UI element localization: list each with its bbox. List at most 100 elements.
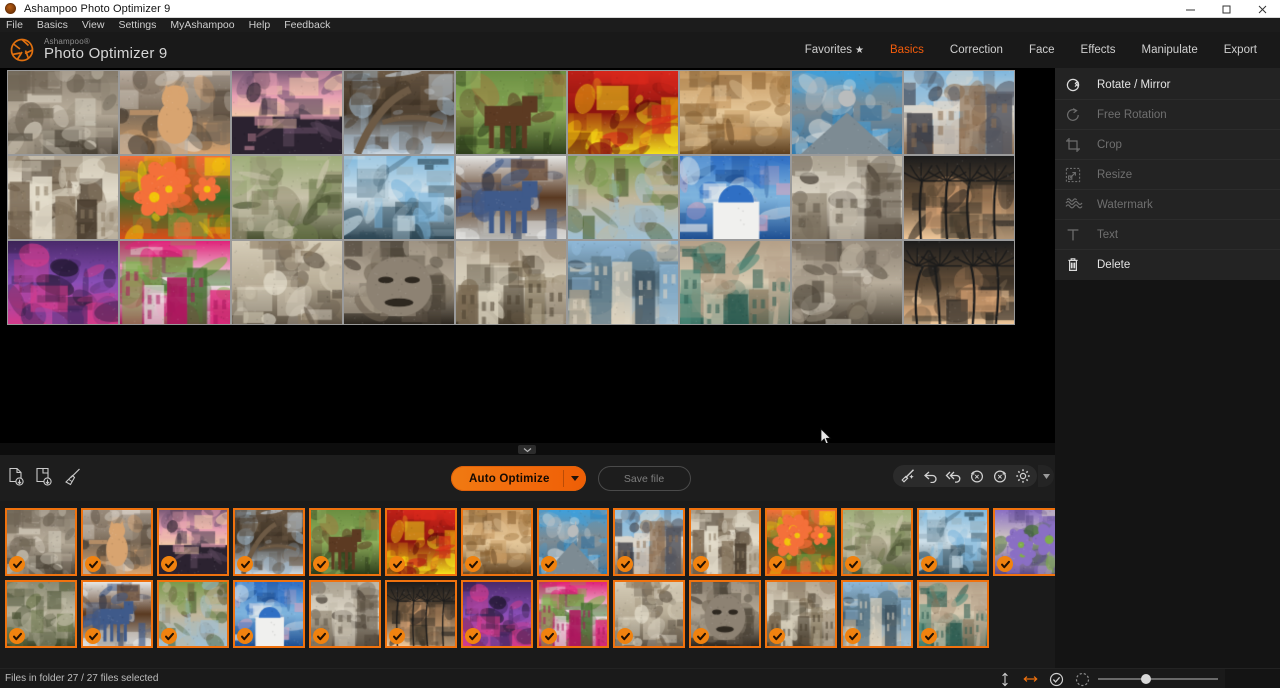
grid-photo-mediterranean-town-view[interactable] bbox=[568, 241, 678, 324]
check-badge-icon[interactable] bbox=[85, 556, 101, 572]
grid-photo-pink-wall-window-balcony[interactable] bbox=[120, 241, 230, 324]
check-badge-icon[interactable] bbox=[237, 556, 253, 572]
check-badge-icon[interactable] bbox=[85, 628, 101, 644]
grid-photo-dried-goods-market-stall[interactable] bbox=[680, 71, 790, 154]
tool-item-watermark[interactable]: Watermark bbox=[1055, 190, 1280, 220]
tool-item-crop[interactable]: Crop bbox=[1055, 130, 1280, 160]
thumbnail-historic-timber-houses[interactable] bbox=[689, 508, 761, 576]
check-badge-icon[interactable] bbox=[541, 628, 557, 644]
grid-photo-sea-lions-on-beach[interactable] bbox=[232, 241, 342, 324]
thumbnail-mediterranean-town-view[interactable] bbox=[841, 580, 913, 648]
grid-photo-purple-church-interior[interactable] bbox=[8, 241, 118, 324]
nav-effects[interactable]: Effects bbox=[1068, 32, 1129, 68]
thumbnail-marmot-on-rock[interactable] bbox=[841, 508, 913, 576]
check-badge-icon[interactable] bbox=[465, 628, 481, 644]
thumbnail-strip[interactable] bbox=[0, 501, 1065, 688]
check-badge-icon[interactable] bbox=[389, 556, 405, 572]
edit-tools-dropdown[interactable] bbox=[1038, 465, 1054, 487]
thumbnail-colonial-building-havana[interactable] bbox=[309, 580, 381, 648]
thumbnail-dried-goods-market-stall[interactable] bbox=[461, 508, 533, 576]
thumbnail-blue-dome-church-santorini[interactable] bbox=[233, 580, 305, 648]
gear-icon[interactable] bbox=[1014, 468, 1031, 485]
check-badge-icon[interactable] bbox=[313, 556, 329, 572]
thumbnail-heron-on-roof-peak[interactable] bbox=[537, 508, 609, 576]
add-file-icon[interactable] bbox=[6, 466, 26, 488]
zoom-slider[interactable] bbox=[1098, 674, 1218, 684]
check-badge-icon[interactable] bbox=[997, 556, 1013, 572]
grid-photo-orange-flowers-bloom[interactable] bbox=[120, 156, 230, 239]
thumbnail-pink-sunset-beach-boat[interactable] bbox=[157, 508, 229, 576]
check-badge-icon[interactable] bbox=[693, 628, 709, 644]
photo-grid[interactable] bbox=[7, 70, 1015, 325]
auto-optimize-dropdown[interactable] bbox=[564, 476, 586, 481]
check-badge-icon[interactable] bbox=[845, 628, 861, 644]
refresh-icon[interactable] bbox=[1075, 672, 1090, 687]
thumbnail-gnarled-tree-over-water[interactable] bbox=[233, 508, 305, 576]
check-badge-icon[interactable] bbox=[769, 628, 785, 644]
check-badge-icon[interactable] bbox=[617, 556, 633, 572]
thumbnail-sea-lions-on-beach[interactable] bbox=[613, 580, 685, 648]
rotate-right-icon[interactable] bbox=[991, 468, 1008, 485]
check-badge-icon[interactable] bbox=[161, 556, 177, 572]
check-badge-icon[interactable] bbox=[465, 556, 481, 572]
nav-face[interactable]: Face bbox=[1016, 32, 1068, 68]
add-folder-icon[interactable] bbox=[34, 466, 54, 488]
grid-photo-abandoned-village-house[interactable] bbox=[456, 241, 566, 324]
grid-photo-alpine-lake-village[interactable] bbox=[344, 156, 454, 239]
check-badge-icon[interactable] bbox=[313, 628, 329, 644]
thumbnail-orange-flowers-bloom[interactable] bbox=[765, 508, 837, 576]
menu-item-basics[interactable]: Basics bbox=[37, 18, 76, 32]
grid-photo-heron-on-roof-peak[interactable] bbox=[792, 71, 902, 154]
thumbnail-abandoned-village-house[interactable] bbox=[765, 580, 837, 648]
check-badge-icon[interactable] bbox=[921, 628, 937, 644]
minimize-button[interactable] bbox=[1172, 0, 1208, 18]
grid-photo-red-yellow-fabric-closeup[interactable] bbox=[568, 71, 678, 154]
grid-photo-park-bench-by-lake[interactable] bbox=[568, 156, 678, 239]
check-badge-icon[interactable] bbox=[161, 628, 177, 644]
grid-photo-blue-dome-church-santorini[interactable] bbox=[680, 156, 790, 239]
menu-item-view[interactable]: View bbox=[82, 18, 113, 32]
grid-photo-stone-temple-ruins-2[interactable] bbox=[792, 241, 902, 324]
thumbnail-venice-canal[interactable] bbox=[917, 580, 989, 648]
clear-broom-icon[interactable] bbox=[62, 466, 82, 488]
fit-width-icon[interactable] bbox=[1023, 672, 1038, 687]
fit-height-icon[interactable] bbox=[997, 672, 1012, 687]
check-badge-icon[interactable] bbox=[9, 556, 25, 572]
check-badge-icon[interactable] bbox=[921, 556, 937, 572]
grid-photo-ginger-white-cat-on-steps[interactable] bbox=[120, 71, 230, 154]
check-badge-icon[interactable] bbox=[541, 556, 557, 572]
tool-item-text[interactable]: Text bbox=[1055, 220, 1280, 250]
thumbnail-purple-church-interior[interactable] bbox=[461, 580, 533, 648]
grid-photo-pink-sunset-beach-boat[interactable] bbox=[232, 71, 342, 154]
collapse-panel-button[interactable] bbox=[518, 445, 536, 454]
nav-export[interactable]: Export bbox=[1211, 32, 1270, 68]
thumbnail-park-bench-by-lake[interactable] bbox=[157, 580, 229, 648]
tool-item-delete[interactable]: Delete bbox=[1055, 250, 1280, 280]
thumbnail-pink-wall-window-balcony[interactable] bbox=[537, 580, 609, 648]
grid-photo-palm-trees-dusk[interactable] bbox=[904, 156, 1014, 239]
check-badge-icon[interactable] bbox=[845, 556, 861, 572]
auto-optimize-button[interactable]: Auto Optimize bbox=[451, 466, 586, 491]
menu-item-help[interactable]: Help bbox=[249, 18, 279, 32]
maximize-button[interactable] bbox=[1208, 0, 1244, 18]
close-button[interactable] bbox=[1244, 0, 1280, 18]
check-badge-icon[interactable] bbox=[9, 628, 25, 644]
tool-item-resize[interactable]: Resize bbox=[1055, 160, 1280, 190]
grid-photo-marmot-on-rock[interactable] bbox=[232, 156, 342, 239]
actual-size-icon[interactable] bbox=[1049, 672, 1064, 687]
nav-favorites[interactable]: Favorites ★ bbox=[792, 32, 877, 69]
check-badge-icon[interactable] bbox=[769, 556, 785, 572]
thumbnail-monkeys-on-rock[interactable] bbox=[5, 580, 77, 648]
nav-basics[interactable]: Basics bbox=[877, 32, 937, 68]
grid-photo-historic-timber-houses[interactable] bbox=[8, 156, 118, 239]
check-badge-icon[interactable] bbox=[693, 556, 709, 572]
grid-photo-mules-on-white-street[interactable] bbox=[456, 156, 566, 239]
thumbnail-brown-horse-behind-fence[interactable] bbox=[309, 508, 381, 576]
grid-photo-gnarled-tree-over-water[interactable] bbox=[344, 71, 454, 154]
check-badge-icon[interactable] bbox=[237, 628, 253, 644]
nav-correction[interactable]: Correction bbox=[937, 32, 1016, 68]
rotate-left-icon[interactable] bbox=[968, 468, 985, 485]
undo-all-icon[interactable] bbox=[945, 468, 962, 485]
thumbnail-ginger-white-cat-on-steps[interactable] bbox=[81, 508, 153, 576]
undo-icon[interactable] bbox=[922, 468, 939, 485]
